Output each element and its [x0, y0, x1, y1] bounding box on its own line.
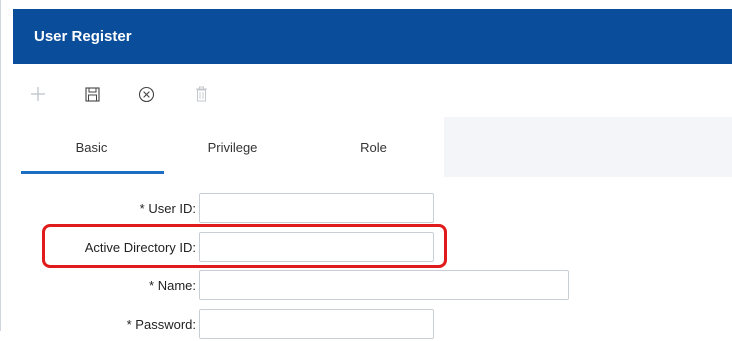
user-id-row: * User ID: — [21, 193, 436, 225]
panel-header: User Register — [13, 9, 732, 64]
password-input[interactable] — [199, 309, 434, 339]
tab-basic[interactable]: Basic — [21, 117, 162, 177]
tab-role[interactable]: Role — [303, 117, 444, 177]
tab-label: Role — [360, 139, 387, 155]
cancel-icon — [138, 86, 154, 102]
plus-icon — [31, 87, 45, 101]
tab-bar: Basic Privilege Role — [21, 117, 444, 177]
active-tab-indicator — [21, 171, 164, 174]
ad-id-highlight-box — [42, 224, 447, 268]
user-id-label: * User ID: — [139, 201, 196, 216]
tab-label: Basic — [75, 139, 108, 155]
tab-strip-filler — [444, 117, 732, 177]
page-title: User Register — [34, 28, 132, 45]
toolbar — [21, 80, 271, 110]
trash-icon — [195, 86, 207, 102]
name-input[interactable] — [199, 270, 569, 300]
password-label: * Password: — [126, 317, 196, 332]
name-row: * Name: — [21, 270, 571, 302]
password-row: * Password: — [21, 309, 436, 341]
user-register-panel: User Register Basic Privilege Role * Use… — [0, 0, 732, 339]
delete-button[interactable] — [189, 80, 213, 108]
name-label: * Name: — [149, 278, 196, 293]
save-icon — [84, 86, 100, 102]
tab-label: Privilege — [207, 139, 258, 155]
add-button[interactable] — [26, 80, 50, 108]
save-button[interactable] — [80, 80, 104, 108]
cancel-button[interactable] — [134, 80, 158, 108]
tab-privilege[interactable]: Privilege — [162, 117, 303, 177]
user-id-input[interactable] — [199, 193, 434, 223]
